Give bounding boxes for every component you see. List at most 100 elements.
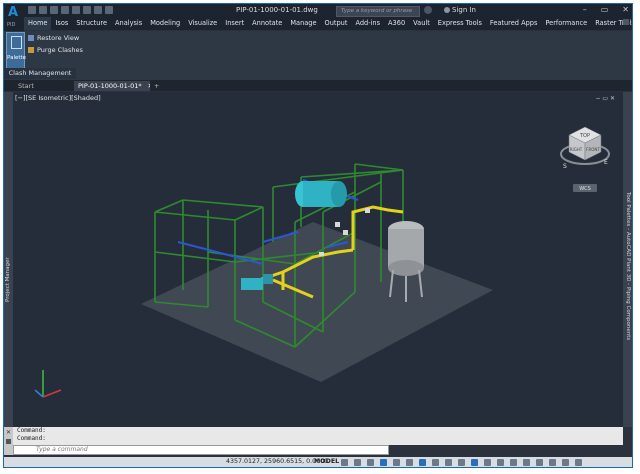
- sign-in-button[interactable]: Sign In: [444, 6, 476, 14]
- search-input[interactable]: Type a keyword or phrase: [336, 6, 420, 17]
- command-history-line: Command:: [17, 435, 46, 442]
- compass-east: E: [604, 159, 608, 166]
- purge-clashes-button[interactable]: Purge Clashes: [28, 46, 83, 54]
- project-manager-label: Project Manager: [5, 257, 11, 302]
- print-icon[interactable]: [72, 6, 80, 14]
- tab-annotate[interactable]: Annotate: [248, 17, 286, 30]
- wrench-icon[interactable]: [6, 439, 11, 444]
- viewcube-top-label: TOP: [579, 133, 590, 139]
- grid-icon[interactable]: [341, 459, 348, 466]
- lineweight-icon[interactable]: [432, 459, 439, 466]
- title-bar: PIP-01-1000-01-01.dwg Type a keyword or …: [4, 4, 632, 17]
- command-history-line: Command:: [17, 427, 46, 434]
- workspace-icon[interactable]: [497, 459, 504, 466]
- app-logo-sub: PID: [7, 22, 16, 28]
- open-icon[interactable]: [39, 6, 47, 14]
- palette-icon: [11, 36, 22, 49]
- model-space-toggle[interactable]: MODEL: [314, 458, 339, 465]
- new-tab-button[interactable]: +: [150, 81, 164, 91]
- tool-palettes-label: Tool Palettes - AutoCAD Plant 3D - Pipin…: [625, 192, 631, 341]
- clean-screen-icon[interactable]: [562, 459, 569, 466]
- snap-icon[interactable]: [354, 459, 361, 466]
- selection-cycle-icon[interactable]: [458, 459, 465, 466]
- 3d-osnap-icon[interactable]: [471, 459, 478, 466]
- otrack-icon[interactable]: [419, 459, 426, 466]
- plant-model: TOP RIGHT FRONT S E WCS: [34, 126, 610, 398]
- view-cube[interactable]: TOP RIGHT FRONT S E WCS: [560, 126, 610, 192]
- purge-clashes-icon: [28, 47, 34, 53]
- document-title: PIP-01-1000-01-01.dwg: [236, 6, 318, 14]
- annotation-scale-icon[interactable]: [484, 459, 491, 466]
- viewport-window-controls[interactable]: − ▭ ✕: [595, 95, 615, 102]
- pump: [241, 278, 263, 290]
- tab-structure[interactable]: Structure: [72, 17, 111, 30]
- close-icon[interactable]: ✕: [6, 429, 11, 436]
- new-icon[interactable]: [28, 6, 36, 14]
- share-icon[interactable]: [105, 6, 113, 14]
- app-logo: A: [8, 5, 19, 20]
- annotation-monitor-icon[interactable]: [510, 459, 517, 466]
- tab-insert[interactable]: Insert: [221, 17, 248, 30]
- drawing-viewport[interactable]: [−][SE Isometric][Shaded] − ▭ ✕ TOP RIGH…: [13, 92, 623, 427]
- ucs-icon: [34, 370, 62, 398]
- tab-vault[interactable]: Vault: [409, 17, 434, 30]
- tab-performance[interactable]: Performance: [541, 17, 591, 30]
- user-icon: [444, 7, 450, 13]
- palette-button[interactable]: Palette: [6, 32, 26, 69]
- file-tabs: Start PIP-01-1000-01-01*✕ +: [4, 80, 632, 91]
- viewcube-left-label: RIGHT: [570, 147, 583, 152]
- tab-modeling[interactable]: Modeling: [146, 17, 184, 30]
- tab-home[interactable]: Home: [24, 17, 52, 30]
- ribbon-options: [623, 19, 629, 25]
- tab-a360[interactable]: A360: [384, 17, 409, 30]
- polar-icon[interactable]: [380, 459, 387, 466]
- tab-add-ins[interactable]: Add-ins: [351, 17, 384, 30]
- tab-featured-apps[interactable]: Featured Apps: [486, 17, 542, 30]
- viewport-controls[interactable]: [−][SE Isometric][Shaded]: [15, 94, 101, 102]
- viewcube-front-label: FRONT: [586, 147, 600, 152]
- title-tools: [424, 6, 432, 14]
- save-icon[interactable]: [50, 6, 58, 14]
- tab-isos[interactable]: Isos: [51, 17, 72, 30]
- restore-view-button[interactable]: Restore View: [28, 34, 79, 42]
- tab-visualize[interactable]: Visualize: [184, 17, 221, 30]
- units-icon[interactable]: [523, 459, 530, 466]
- tool-palettes-panel[interactable]: Tool Palettes - AutoCAD Plant 3D - Pipin…: [623, 92, 632, 427]
- command-line-tools[interactable]: ✕: [4, 427, 13, 455]
- status-bar: 4357.0127, 25960.6515, 0.0000 MODEL: [4, 457, 632, 467]
- coordinate-readout[interactable]: 4357.0127, 25960.6515, 0.0000: [226, 458, 328, 465]
- osnap-icon[interactable]: [406, 459, 413, 466]
- isolate-icon[interactable]: [536, 459, 543, 466]
- horizontal-tank-end: [331, 181, 347, 207]
- compass-south: S: [563, 163, 567, 170]
- tab-active-drawing[interactable]: PIP-01-1000-01-01*✕: [74, 81, 158, 91]
- pump-motor: [263, 274, 273, 284]
- minimize-icon[interactable]: –: [583, 5, 587, 14]
- tab-manage[interactable]: Manage: [286, 17, 320, 30]
- hardware-accel-icon[interactable]: [549, 459, 556, 466]
- tab-express-tools[interactable]: Express Tools: [434, 17, 486, 30]
- ribbon-toggle-icon[interactable]: [623, 19, 629, 25]
- transparency-icon[interactable]: [445, 459, 452, 466]
- redo-icon[interactable]: [94, 6, 102, 14]
- close-icon[interactable]: ✕: [622, 5, 629, 14]
- tab-analysis[interactable]: Analysis: [111, 17, 146, 30]
- panel-title: Clash Management: [4, 68, 76, 79]
- undo-icon[interactable]: [83, 6, 91, 14]
- command-history: Command: Command:: [13, 427, 623, 445]
- save-as-icon[interactable]: [61, 6, 69, 14]
- tab-output[interactable]: Output: [321, 17, 352, 30]
- project-manager-panel[interactable]: Project Manager: [4, 92, 13, 427]
- isodraft-icon[interactable]: [393, 459, 400, 466]
- binoculars-icon[interactable]: [424, 6, 432, 14]
- application-menu-button[interactable]: A PID: [4, 4, 24, 31]
- maximize-icon[interactable]: ▭: [601, 5, 609, 14]
- customization-icon[interactable]: [575, 459, 582, 466]
- ribbon-tabs: Home Isos Structure Analysis Modeling Visuali…: [24, 17, 632, 30]
- status-toggles: [341, 459, 582, 466]
- command-input[interactable]: Type a command: [13, 445, 389, 455]
- quick-access-toolbar[interactable]: [28, 6, 113, 14]
- search-placeholder: Type a keyword or phrase: [341, 8, 413, 14]
- tab-start[interactable]: Start: [14, 81, 38, 91]
- ortho-icon[interactable]: [367, 459, 374, 466]
